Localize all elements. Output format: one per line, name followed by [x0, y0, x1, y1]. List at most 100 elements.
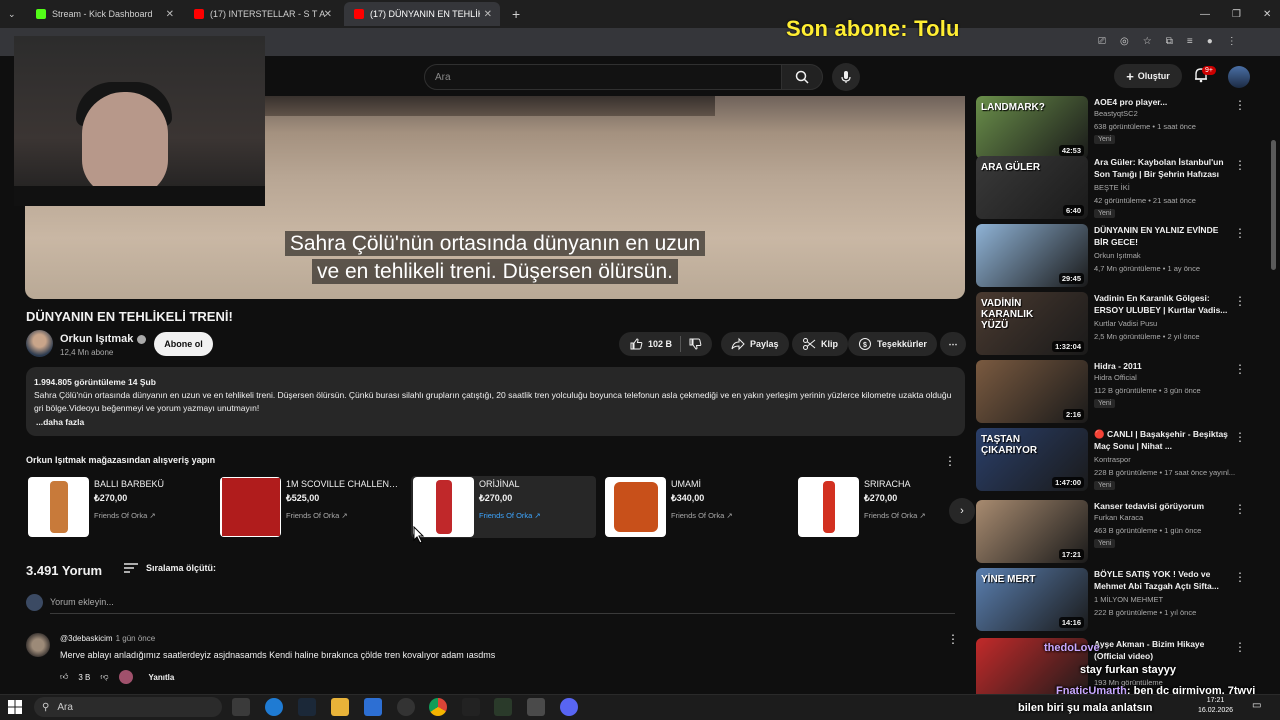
share-button[interactable]: Paylaş [721, 332, 789, 356]
tab-interstellar[interactable]: (17) INTERSTELLAR - S T A ✕ [184, 2, 340, 26]
system-clock[interactable]: 17:21 16.02.2026 [1198, 696, 1233, 716]
video-thumbnail[interactable]: LANDMARK? 42:53 [976, 96, 1088, 159]
media-icon[interactable]: ≡ [1187, 36, 1193, 47]
shop-more-icon[interactable]: ⋮ [944, 454, 956, 468]
show-more-link[interactable]: ...daha fazla [34, 416, 957, 429]
epic-games-icon[interactable] [462, 698, 480, 716]
comment-like-button[interactable]: 👍︎ [60, 672, 68, 682]
more-options-icon[interactable]: ⋮ [1234, 98, 1246, 112]
tab-list-button[interactable]: ⌄ [0, 2, 24, 26]
video-thumbnail[interactable]: 2:16 [976, 360, 1088, 423]
menu-icon[interactable]: ⋮ [1227, 36, 1237, 47]
clip-button[interactable]: Klip [792, 332, 848, 356]
more-options-icon[interactable]: ⋮ [1234, 430, 1246, 444]
channel-avatar[interactable] [26, 330, 53, 357]
cast-icon[interactable]: ⎚ [1098, 36, 1106, 47]
video-thumbnail[interactable]: 17:21 [976, 500, 1088, 563]
more-options-icon[interactable]: ⋮ [1234, 294, 1246, 308]
minimize-icon[interactable]: — [1200, 9, 1210, 20]
video-thumbnail[interactable]: ARA GÜLER 6:40 [976, 156, 1088, 219]
product-seller-link[interactable]: Friends Of Orka ↗ [479, 511, 541, 520]
comment-author-avatar[interactable] [26, 633, 50, 657]
tab-kick-dashboard[interactable]: Stream - Kick Dashboard ✕ [26, 2, 182, 26]
more-options-icon[interactable]: ⋮ [1234, 640, 1246, 654]
subscribe-button[interactable]: Abone ol [154, 332, 213, 356]
channel-name[interactable]: Furkan Karaca [1094, 513, 1143, 522]
thanks-button[interactable]: $ Teşekkürler [848, 332, 937, 356]
steam-icon[interactable] [298, 698, 316, 716]
recommended-video[interactable]: 2:16 Hidra - 2011 Hidra Official 112 B görü… [976, 360, 1266, 424]
more-options-icon[interactable]: ⋮ [1234, 362, 1246, 376]
product-seller-link[interactable]: Friends Of Orka ↗ [864, 511, 926, 520]
recommended-video[interactable]: 17:21 Kanser tedavisi görüyorum Furkan Kar… [976, 500, 1266, 564]
product-seller-link[interactable]: Friends Of Orka ↗ [671, 511, 733, 520]
video-description[interactable]: 1.994.805 görüntüleme 14 Şub Sahra Çölü'… [26, 367, 965, 436]
edge-icon[interactable] [265, 698, 283, 716]
voice-search-button[interactable] [832, 63, 860, 91]
extensions-icon[interactable]: ⧉ [1166, 36, 1173, 47]
new-tab-button[interactable]: + [502, 2, 522, 26]
recommended-video[interactable]: 29:45 DÜNYANIN EN YALNIZ EVİNDE BİR GECE!… [976, 224, 1266, 288]
video-thumbnail[interactable]: VADİNİN KARANLIK YÜZÜ 1:32:04 [976, 292, 1088, 355]
recommended-video[interactable]: LANDMARK? 42:53 AOE4 pro player... Beastyqt… [976, 96, 1266, 160]
video-title[interactable]: Kanser tedavisi görüyorum [1094, 500, 1234, 512]
video-thumbnail[interactable]: TAŞTAN ÇIKARIYOR 1:47:00 [976, 428, 1088, 491]
video-title[interactable]: Ayşe Akman - Bizim Hikaye (Official vide… [1094, 638, 1234, 662]
more-options-icon[interactable]: ⋮ [1234, 158, 1246, 172]
video-title[interactable]: BÖYLE SATIŞ YOK ! Vedo ve Mehmet Abi Taz… [1094, 568, 1234, 592]
obs-icon[interactable] [397, 698, 415, 716]
channel-name[interactable]: Kurtlar Vadisi Pusu [1094, 319, 1157, 328]
app-icon[interactable] [494, 698, 512, 716]
profile-icon[interactable]: ● [1207, 36, 1213, 47]
channel-name[interactable]: Hidra Official [1094, 373, 1137, 382]
windows-start-button[interactable] [8, 700, 22, 714]
search-button[interactable] [781, 64, 823, 90]
product-seller-link[interactable]: Friends Of Orka ↗ [94, 511, 156, 520]
notification-center-icon[interactable]: ▭ [1252, 700, 1261, 711]
scrollbar[interactable] [1271, 140, 1276, 270]
video-title[interactable]: DÜNYANIN EN YALNIZ EVİNDE BİR GECE! [1094, 224, 1234, 248]
video-title[interactable]: Hidra - 2011 [1094, 360, 1234, 372]
star-icon[interactable]: ☆ [1143, 36, 1152, 47]
app-icon[interactable] [527, 698, 545, 716]
restore-icon[interactable]: ❐ [1232, 9, 1241, 20]
video-title[interactable]: AOE4 pro player... [1094, 96, 1234, 108]
taskbar-search[interactable]: ⚲ Ara [34, 697, 222, 717]
channel-name[interactable]: Orkun Işıtmak [60, 333, 147, 345]
channel-name[interactable]: 1 MİLYON MEHMET [1094, 595, 1163, 604]
store-icon[interactable] [364, 698, 382, 716]
close-tab-icon[interactable]: ✕ [324, 9, 332, 20]
more-actions-button[interactable]: ⋯ [940, 332, 966, 356]
recommended-video[interactable]: TAŞTAN ÇIKARIYOR 1:47:00 🔴 CANLI | Başakşe… [976, 428, 1266, 492]
eye-off-icon[interactable]: ◎ [1120, 36, 1129, 47]
product-card[interactable]: UMAMİ ₺340,00 Friends Of Orka ↗ [603, 476, 788, 538]
more-options-icon[interactable]: ⋮ [1234, 226, 1246, 240]
comment-more-icon[interactable]: ⋮ [947, 632, 959, 646]
search-input[interactable]: Ara [424, 64, 782, 90]
recommended-video[interactable]: ARA GÜLER 6:40 Ara Güler: Kaybolan İstanbu… [976, 156, 1266, 220]
product-seller-link[interactable]: Friends Of Orka ↗ [286, 511, 348, 520]
file-explorer-icon[interactable] [331, 698, 349, 716]
close-tab-icon[interactable]: ✕ [484, 9, 492, 20]
video-title[interactable]: 🔴 CANLI | Başakşehir - Beşiktaş Maç Sonu… [1094, 428, 1234, 452]
channel-name[interactable]: Kontraspor [1094, 455, 1131, 464]
tab-active-video[interactable]: (17) DÜNYANIN EN TEHLİKELİ T ✕ [344, 2, 500, 26]
add-comment-input[interactable]: Yorum ekleyin... [50, 597, 955, 614]
video-title[interactable]: Vadinin En Karanlık Gölgesi: ERSOY ULUBE… [1094, 292, 1234, 316]
product-card[interactable]: ORİJİNAL ₺270,00 Friends Of Orka ↗ [411, 476, 596, 538]
comment-dislike-button[interactable]: 👎︎ [100, 672, 108, 682]
channel-name[interactable]: BEŞTE İKİ [1094, 183, 1130, 192]
more-options-icon[interactable]: ⋮ [1234, 570, 1246, 584]
shop-next-button[interactable]: › [949, 498, 975, 524]
recommended-video[interactable]: VADİNİN KARANLIK YÜZÜ 1:32:04 Vadinin En K… [976, 292, 1266, 356]
close-window-icon[interactable]: ✕ [1263, 9, 1271, 20]
chrome-icon[interactable] [429, 698, 447, 716]
product-card[interactable]: BALLI BARBEKÜ ₺270,00 Friends Of Orka ↗ [26, 476, 211, 538]
reply-button[interactable]: Yanıtla [149, 673, 175, 682]
more-options-icon[interactable]: ⋮ [1234, 502, 1246, 516]
dislike-button[interactable] [688, 337, 702, 356]
comment-author[interactable]: @3debaskicim 1 gün önce [60, 634, 155, 643]
discord-icon[interactable] [560, 698, 578, 716]
video-thumbnail[interactable]: 29:45 [976, 224, 1088, 287]
recommended-video[interactable]: YİNE MERT 14:16 BÖYLE SATIŞ YOK ! Vedo ve … [976, 568, 1266, 632]
